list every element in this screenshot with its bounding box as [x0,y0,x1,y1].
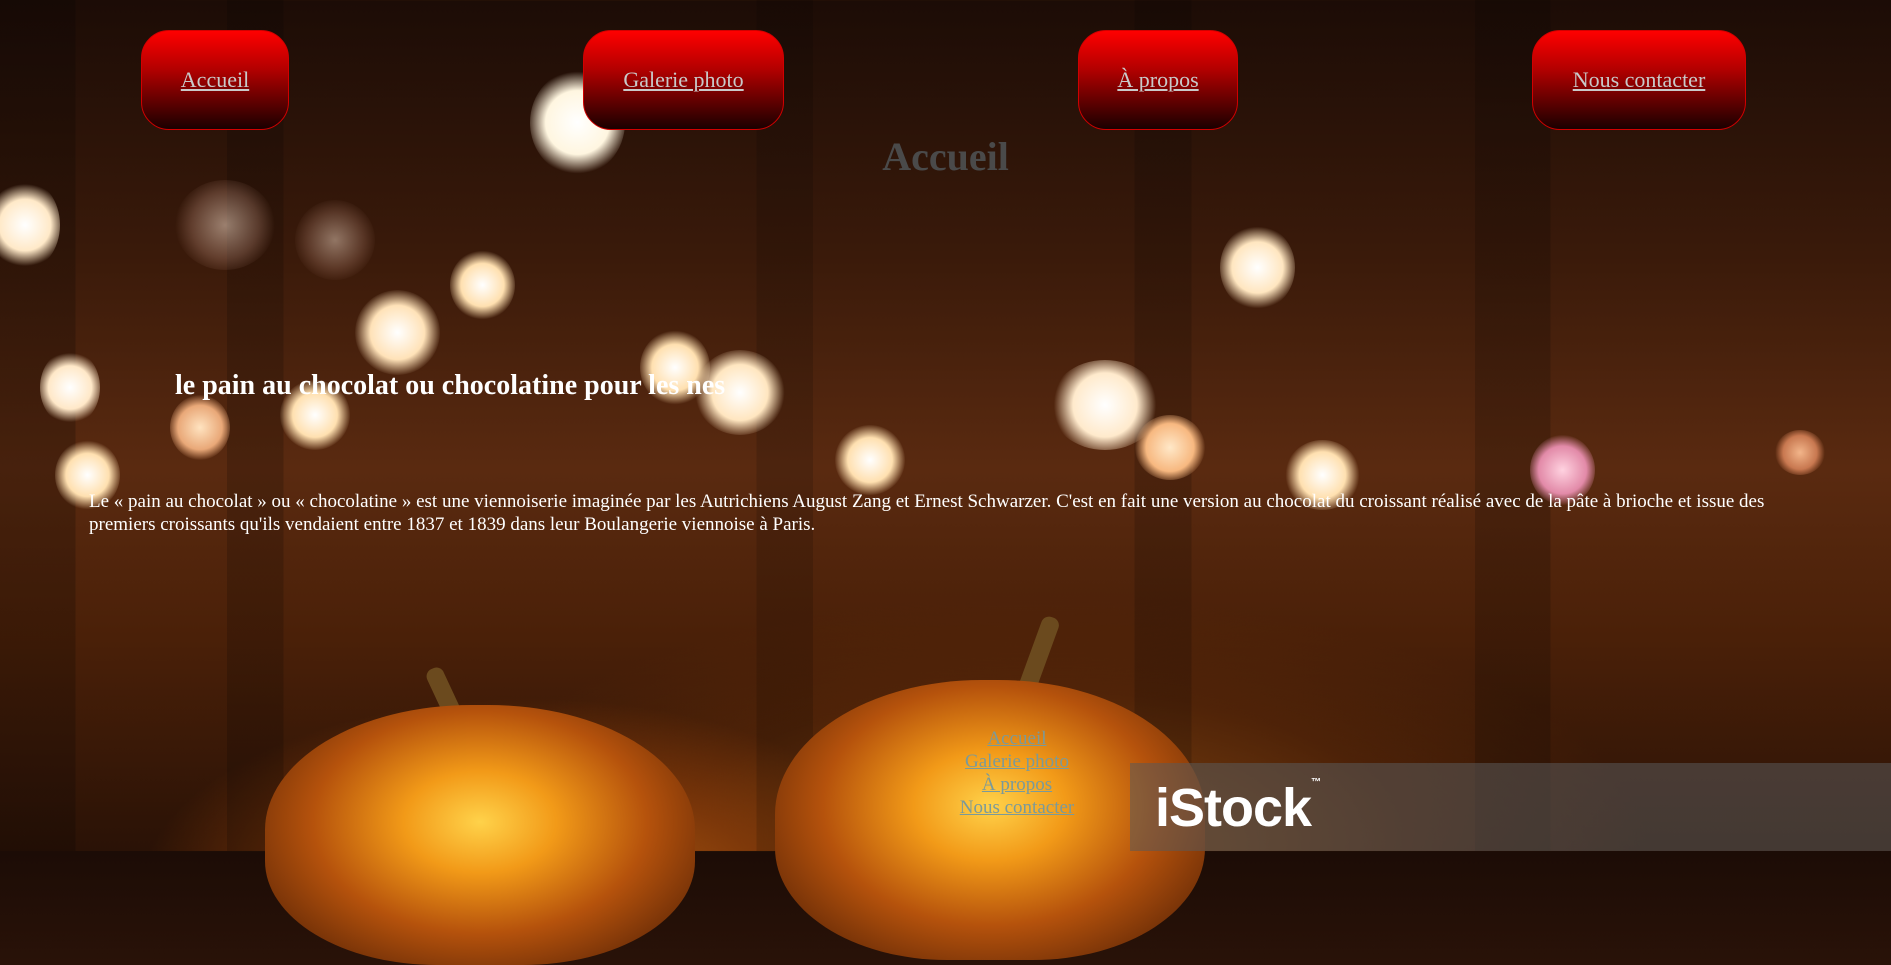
bokeh-light [1135,415,1205,480]
bokeh-light [450,250,515,320]
nav-link-about[interactable]: À propos [1117,67,1198,93]
stock-watermark: iStock™ [1130,763,1891,851]
section-title: le pain au chocolat ou chocolatine pour … [175,370,726,401]
bokeh-light [175,180,275,270]
nav-link-contact[interactable]: Nous contacter [1573,67,1706,93]
nav-button-about[interactable]: À propos [1078,30,1238,130]
bokeh-light [170,395,230,460]
bokeh-light [1050,360,1160,450]
footer-link-gallery[interactable]: Galerie photo [917,750,1117,773]
bokeh-light [1220,225,1295,310]
bokeh-light [1775,430,1825,475]
nav-button-gallery[interactable]: Galerie photo [583,30,784,130]
bokeh-light [355,290,440,375]
footer-link-home[interactable]: Accueil [917,727,1117,750]
bokeh-light [835,425,905,495]
nav-link-home[interactable]: Accueil [181,67,249,93]
nav-button-home[interactable]: Accueil [141,30,289,130]
pumpkin-left [265,705,695,965]
watermark-logo: iStock™ [1155,777,1321,838]
footer-link-contact[interactable]: Nous contacter [917,796,1117,819]
bokeh-light [0,180,60,270]
footer-link-about[interactable]: À propos [917,773,1117,796]
nav-button-contact[interactable]: Nous contacter [1532,30,1746,130]
bokeh-light [295,200,375,280]
page-title: Accueil [882,134,1009,179]
footer-nav: Accueil Galerie photo À propos Nous cont… [917,727,1117,819]
bokeh-light [40,350,100,425]
nav-link-gallery[interactable]: Galerie photo [623,67,743,93]
section-body: Le « pain au chocolat » ou « chocolatine… [89,491,1765,535]
